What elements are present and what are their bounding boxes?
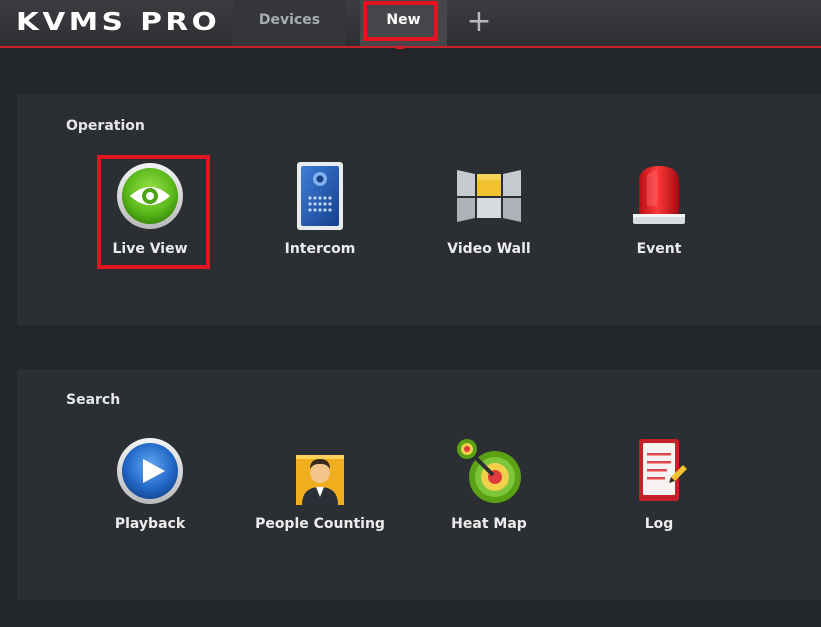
- tab-devices[interactable]: Devices: [233, 0, 346, 46]
- log-document-icon: [639, 439, 687, 501]
- tile-label-video-wall: Video Wall: [447, 241, 531, 257]
- tile-people-counting[interactable]: People Counting: [245, 437, 395, 547]
- add-tab-button[interactable]: +: [454, 0, 504, 46]
- section-title-search: Search: [66, 392, 121, 408]
- tile-label-people-counting: People Counting: [255, 516, 385, 532]
- person-icon: [296, 455, 344, 505]
- tile-label-heat-map: Heat Map: [451, 516, 527, 532]
- video-wall-icon: [457, 170, 521, 222]
- tile-log[interactable]: Log: [584, 437, 734, 547]
- intercom-panel-icon: [297, 162, 343, 230]
- highlight-box-new-tab: [363, 1, 438, 41]
- tile-heat-map[interactable]: Heat Map: [414, 437, 564, 547]
- tile-video-wall[interactable]: Video Wall: [414, 162, 564, 272]
- section-title-operation: Operation: [66, 118, 145, 134]
- tile-label-playback: Playback: [114, 516, 186, 532]
- tile-label-event: Event: [636, 241, 682, 257]
- search-section: Search Playback People Counting Heat Map…: [17, 369, 821, 600]
- app-logo: KVMS PRO: [16, 7, 221, 36]
- tile-label-log: Log: [644, 516, 674, 532]
- tile-playback[interactable]: Playback: [75, 437, 225, 547]
- play-icon: [117, 438, 183, 504]
- tile-label-intercom: Intercom: [284, 241, 356, 257]
- heat-map-icon: [457, 439, 521, 503]
- tile-intercom[interactable]: Intercom: [245, 162, 395, 272]
- active-tab-indicator: [395, 44, 405, 49]
- highlight-box-live-view: [97, 155, 210, 269]
- alarm-siren-icon: [633, 166, 685, 224]
- tile-event[interactable]: Event: [584, 162, 734, 272]
